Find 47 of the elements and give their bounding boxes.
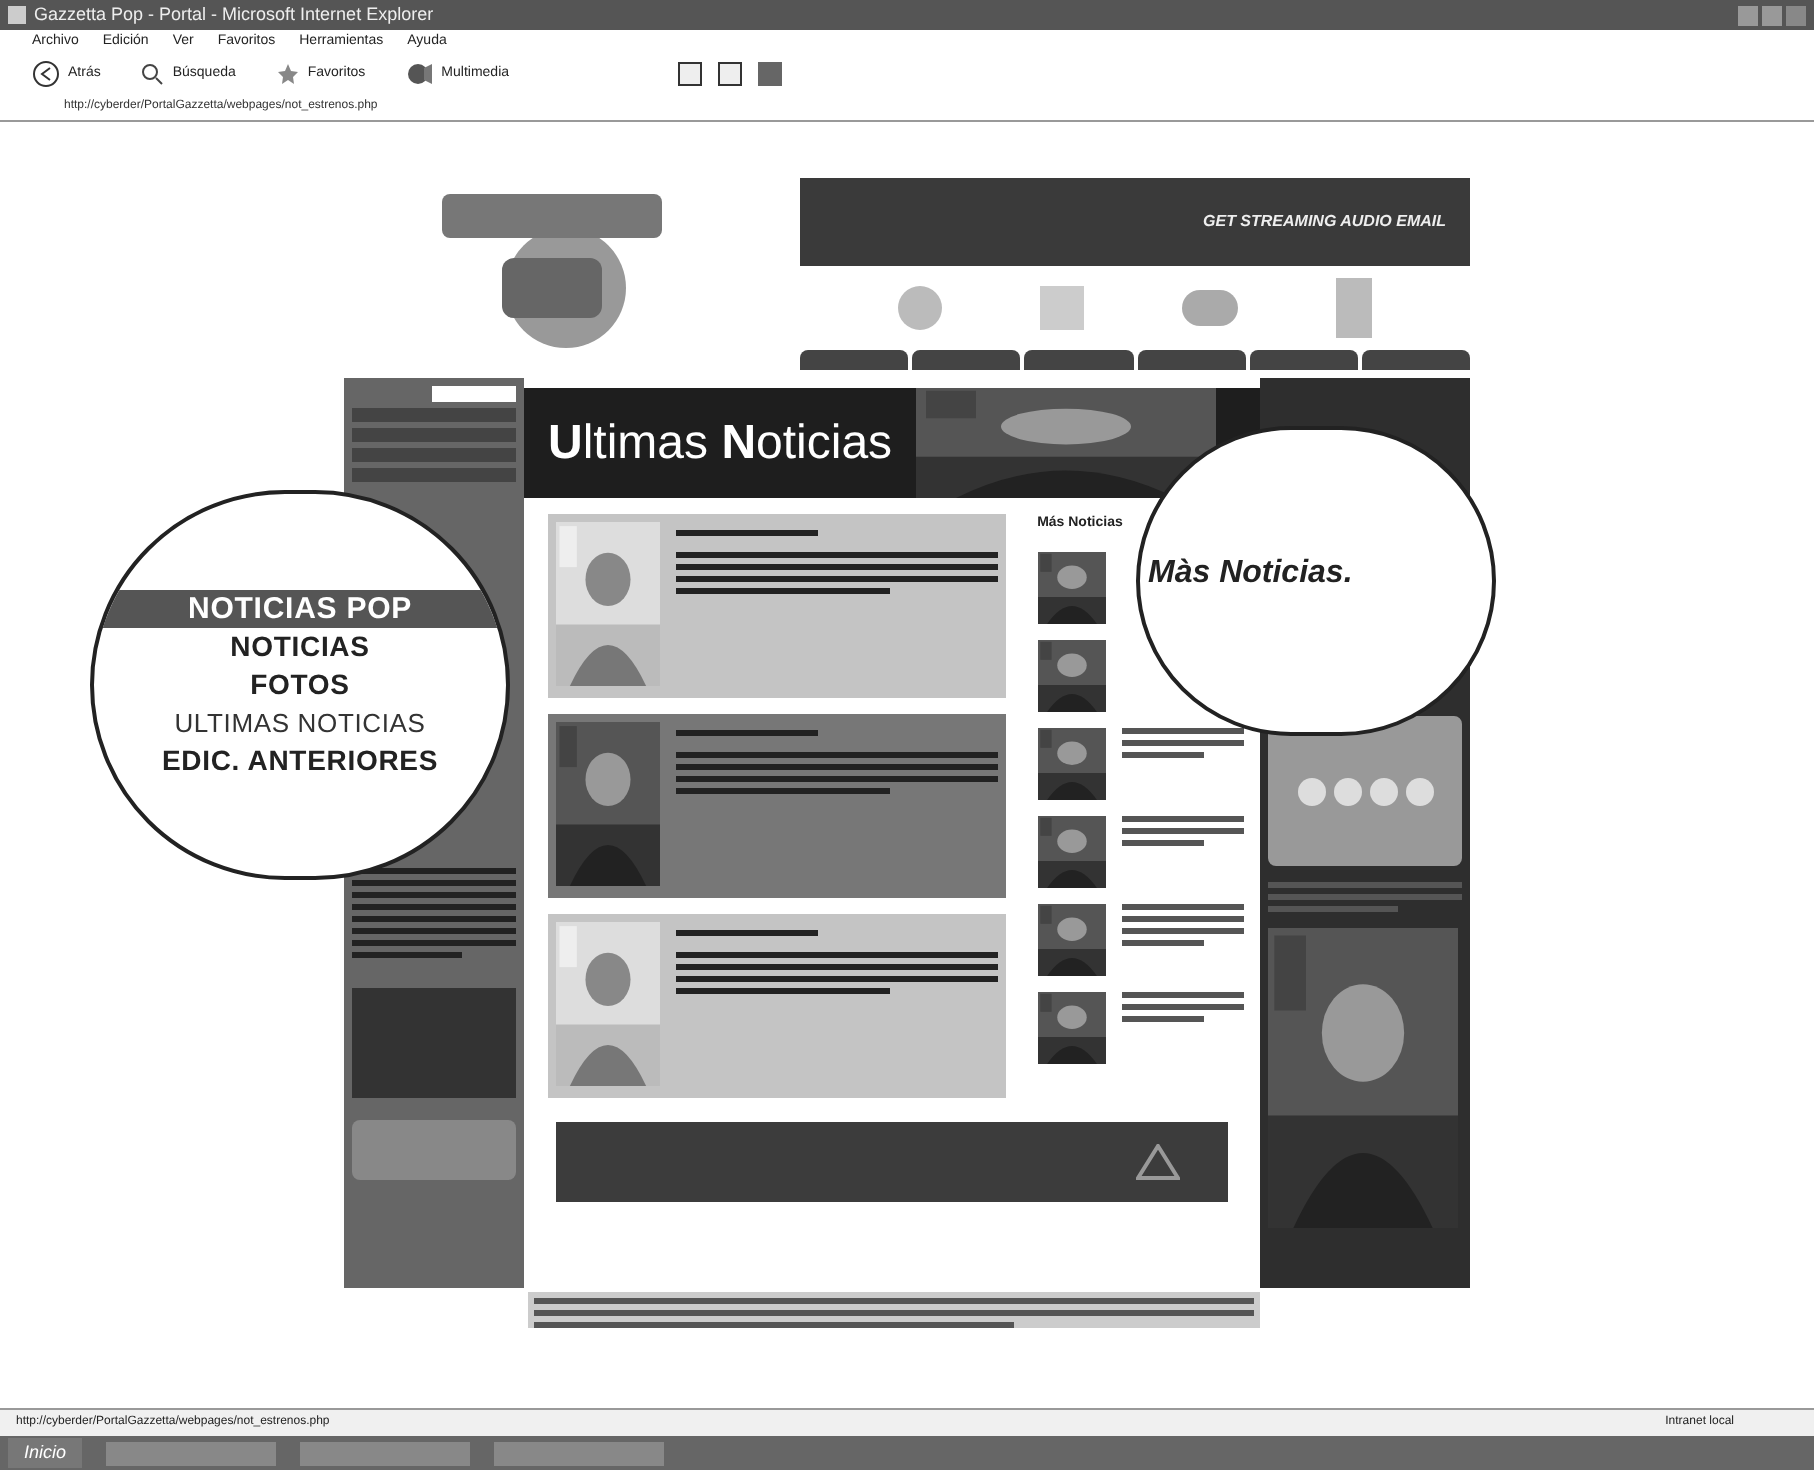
- toolbar-icon[interactable]: [677, 62, 702, 86]
- blurred-text: [1121, 927, 1244, 933]
- toolbar-icon[interactable]: [717, 62, 742, 86]
- blurred-text: [1121, 839, 1204, 845]
- nav-tab[interactable]: [1137, 350, 1246, 370]
- browser-icon: [8, 6, 26, 24]
- header-title: Ultimas Noticias: [546, 413, 895, 473]
- search-field[interactable]: [432, 386, 516, 402]
- window-title: Gazzetta Pop - Portal - Microsoft Internet Explorer: [34, 1, 434, 28]
- blurred-text: [676, 730, 819, 736]
- blurred-text: [352, 952, 462, 958]
- taskbar-item[interactable]: [106, 1441, 277, 1465]
- blurred-text: [1121, 815, 1244, 821]
- minimize-button[interactable]: [1738, 5, 1758, 25]
- start-button[interactable]: Inicio: [8, 1438, 83, 1468]
- taskbar-item[interactable]: [494, 1441, 665, 1465]
- nav-tab[interactable]: [1361, 350, 1471, 370]
- blurred-text: [1121, 991, 1244, 997]
- media-icon: [405, 62, 434, 86]
- blurred-text: [1121, 915, 1244, 921]
- nav-tab[interactable]: [800, 350, 909, 370]
- nav-tab[interactable]: [912, 350, 1021, 370]
- icon-image: [1336, 278, 1373, 338]
- blurred-text: [676, 530, 819, 536]
- blurred-text: [676, 930, 819, 936]
- taskbar-item[interactable]: [300, 1441, 471, 1465]
- blurred-text: [1121, 939, 1204, 945]
- icon-image: [897, 286, 942, 330]
- blurred-text: [1121, 827, 1244, 833]
- star-icon: [275, 62, 300, 86]
- blurred-text: [1268, 906, 1398, 912]
- blurred-text: [1121, 727, 1244, 733]
- maximize-button[interactable]: [1762, 5, 1782, 25]
- callout-heading: Màs Noticias.: [1148, 554, 1353, 594]
- triangle-logo-icon: [1136, 1144, 1180, 1180]
- blurred-text: [1121, 1015, 1204, 1021]
- toolbar-icon[interactable]: [757, 62, 782, 86]
- icon-image: [1182, 290, 1239, 326]
- search-icon: [140, 62, 165, 86]
- blurred-text: [1121, 903, 1244, 909]
- nav-tab[interactable]: [1249, 350, 1358, 370]
- blurred-text: [1121, 739, 1244, 745]
- blurred-text: [1121, 751, 1204, 757]
- blurred-text: [1121, 1003, 1244, 1009]
- icon-image: [1039, 286, 1084, 330]
- banner-text: GET STREAMING AUDIO EMAIL: [1203, 210, 1446, 234]
- close-button[interactable]: [1786, 5, 1806, 25]
